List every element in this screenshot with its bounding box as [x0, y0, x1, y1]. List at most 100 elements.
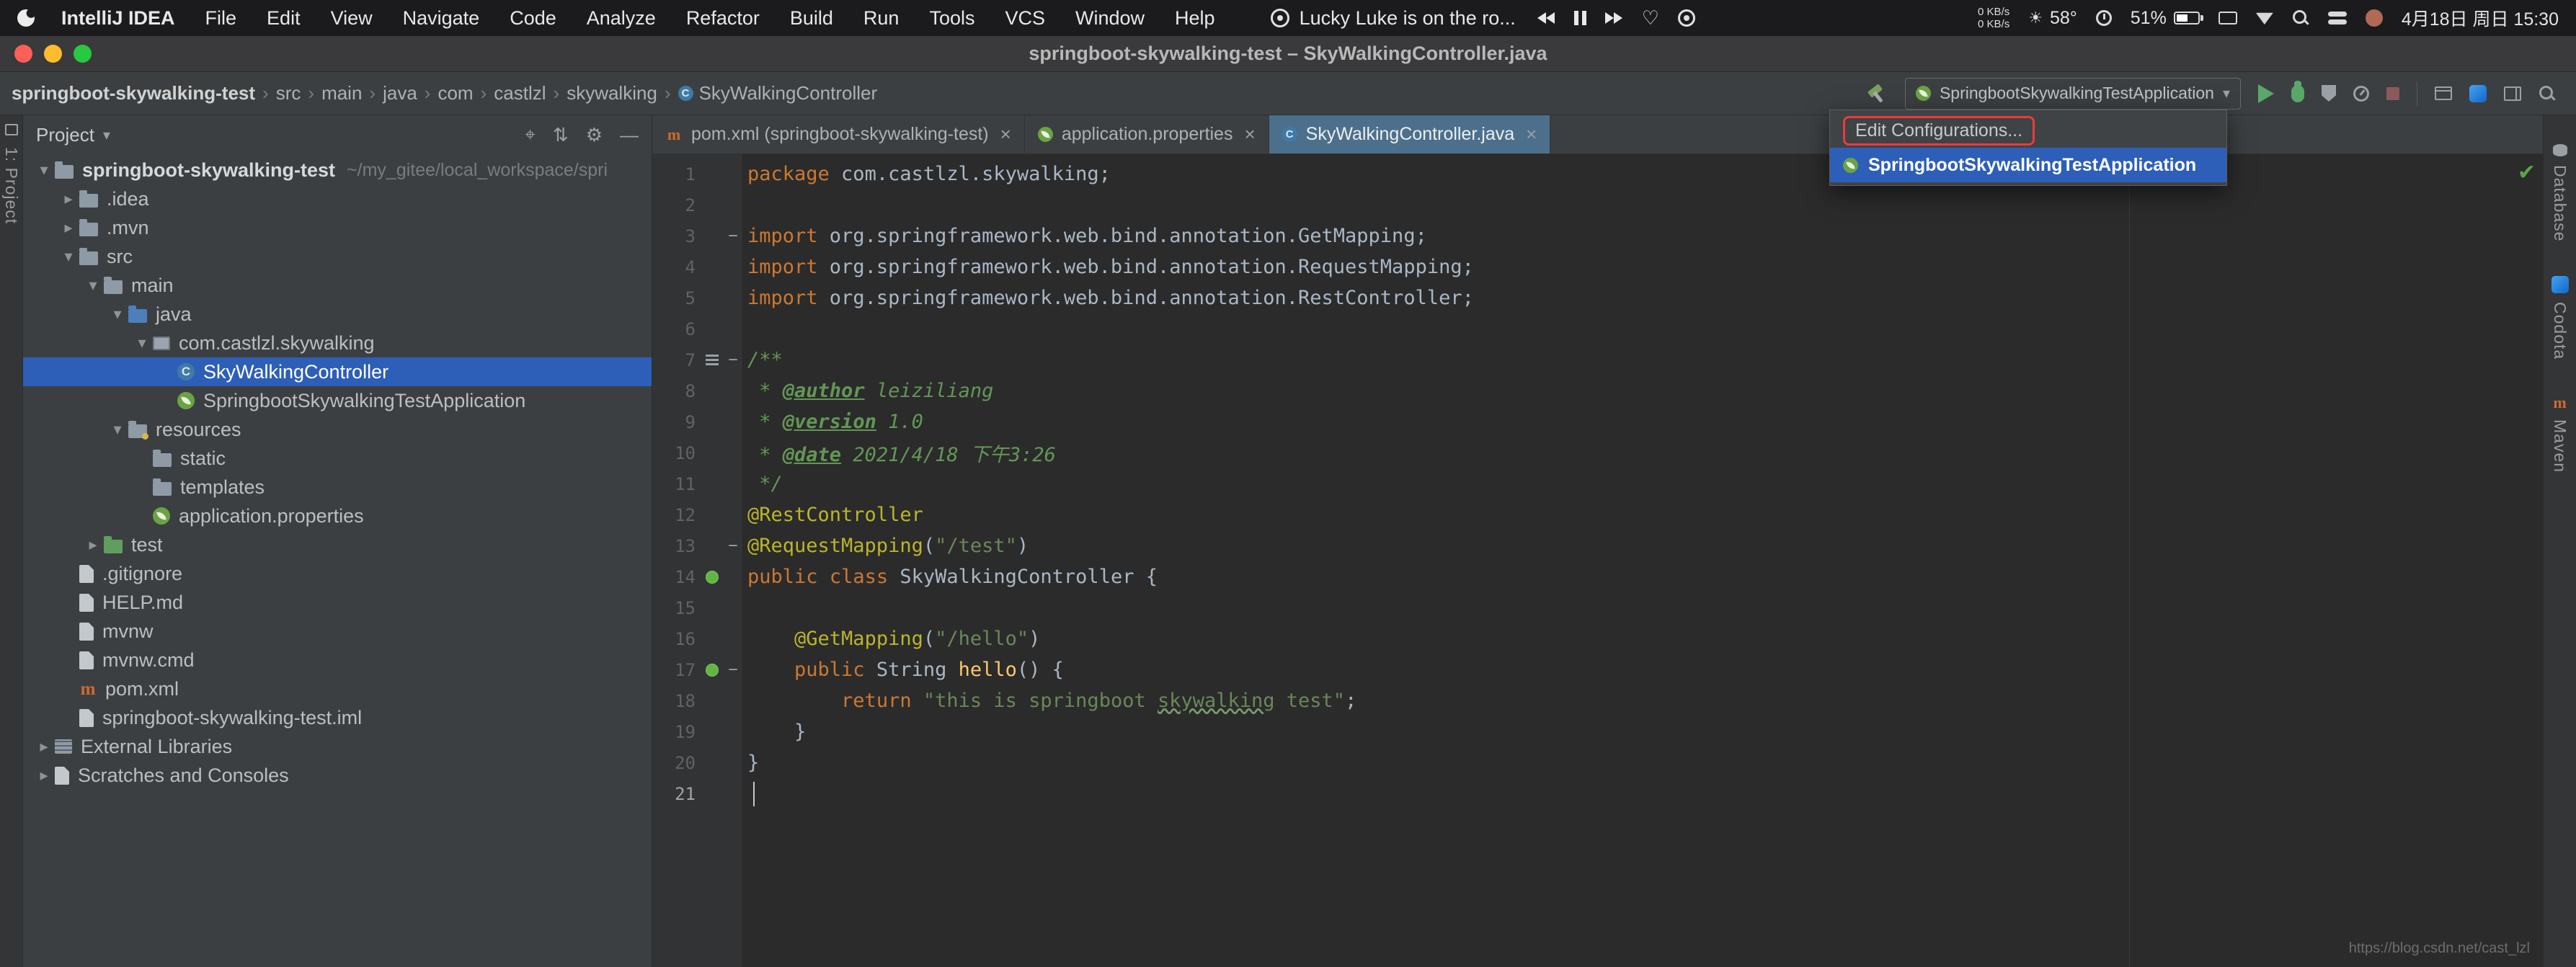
fold-icon[interactable]: − — [724, 661, 742, 679]
tree-open-arrow-icon[interactable]: ▾ — [33, 161, 55, 179]
tree-item-external-libraries[interactable]: ▸External Libraries — [23, 732, 652, 761]
tree-item-templates[interactable]: templates — [23, 473, 652, 502]
code-line-11[interactable]: 11 */ — [652, 468, 2543, 499]
menu-item-code[interactable]: Code — [494, 7, 572, 30]
search-everywhere-icon[interactable] — [2539, 85, 2556, 102]
code-line-1[interactable]: 1package com.castlzl.skywalking; — [652, 159, 2543, 190]
breadcrumb-item-springboot-skywalking-test[interactable]: springboot-skywalking-test — [12, 82, 255, 104]
run-config-option-springbootskywalkingtestapplication[interactable]: SpringbootSkywalkingTestApplication — [1830, 148, 2226, 182]
menu-item-vcs[interactable]: VCS — [990, 7, 1060, 30]
tree-closed-arrow-icon[interactable]: ▸ — [33, 737, 55, 756]
menu-clock[interactable]: 4月18日 周日 15:30 — [2402, 5, 2559, 31]
tree-item-resources[interactable]: ▾resources — [23, 415, 652, 444]
breadcrumb-item-skywalking[interactable]: skywalking — [567, 82, 657, 104]
code-line-14[interactable]: 14public class SkyWalkingController { — [652, 561, 2543, 592]
tree-item-test[interactable]: ▸test — [23, 530, 652, 559]
tree-item-springboot-skywalking-test-iml[interactable]: springboot-skywalking-test.iml — [23, 703, 652, 732]
code-line-6[interactable]: 6 — [652, 313, 2543, 344]
tree-item-scratches-and-consoles[interactable]: ▸Scratches and Consoles — [23, 761, 652, 790]
weather-temperature[interactable]: 58° — [2050, 8, 2077, 29]
debug-button[interactable] — [2291, 85, 2304, 102]
menu-item-navigate[interactable]: Navigate — [388, 7, 495, 30]
favorite-heart-icon[interactable]: ♡ — [1642, 9, 1659, 28]
code-editor[interactable]: 1package com.castlzl.skywalking;23−impor… — [652, 154, 2543, 967]
pause-icon[interactable] — [1574, 11, 1586, 25]
tree-open-arrow-icon[interactable]: ▾ — [107, 305, 128, 324]
tool-window-icon[interactable] — [2435, 86, 2452, 100]
code-line-7[interactable]: 7−/** — [652, 344, 2543, 375]
tree-closed-arrow-icon[interactable]: ▸ — [58, 190, 79, 208]
tree-item-application-properties[interactable]: application.properties — [23, 502, 652, 530]
control-center-icon[interactable] — [2328, 12, 2347, 24]
menu-item-help[interactable]: Help — [1160, 7, 1230, 30]
editor-tab-skywalkingcontroller-java[interactable]: SkyWalkingController.java× — [1269, 115, 1551, 153]
menu-item-tools[interactable]: Tools — [914, 7, 990, 30]
tool-window-button-codota[interactable]: Codota — [2550, 276, 2570, 360]
tree-item-springbootskywalkingtestapplication[interactable]: SpringbootSkywalkingTestApplication — [23, 386, 652, 415]
code-line-19[interactable]: 19 } — [652, 716, 2543, 747]
tree-item-main[interactable]: ▾main — [23, 271, 652, 300]
code-line-5[interactable]: 5import org.springframework.web.bind.ann… — [652, 282, 2543, 313]
spring-bean-icon[interactable] — [706, 571, 719, 584]
tree-item-src[interactable]: ▾src — [23, 242, 652, 271]
code-line-13[interactable]: 13−@RequestMapping("/test") — [652, 530, 2543, 561]
breadcrumb-item-src[interactable]: src — [276, 82, 301, 104]
tool-window-button-database[interactable]: Database — [2550, 144, 2570, 241]
menu-item-view[interactable]: View — [316, 7, 388, 30]
code-line-4[interactable]: 4import org.springframework.web.bind.ann… — [652, 251, 2543, 282]
record-icon[interactable] — [1678, 9, 1695, 27]
layout-icon[interactable] — [2504, 86, 2521, 101]
previous-track-icon[interactable] — [1537, 12, 1555, 24]
code-line-20[interactable]: 20} — [652, 747, 2543, 778]
battery-status[interactable]: 51% — [2131, 8, 2200, 29]
run-configuration-select[interactable]: SpringbootSkywalkingTestApplication ▾ — [1905, 78, 2241, 110]
chevron-down-icon[interactable]: ▾ — [103, 126, 110, 144]
fold-icon[interactable]: − — [724, 537, 742, 555]
menu-item-file[interactable]: File — [190, 7, 252, 30]
menu-item-build[interactable]: Build — [775, 7, 848, 30]
network-speed[interactable]: 0 KB/s 0 KB/s — [1978, 6, 2009, 30]
menu-item-edit[interactable]: Edit — [252, 7, 316, 30]
tree-open-arrow-icon[interactable]: ▾ — [58, 247, 79, 266]
menu-item-run[interactable]: Run — [848, 7, 915, 30]
tree-item-mvnw-cmd[interactable]: mvnw.cmd — [23, 646, 652, 674]
tree-item-springboot-skywalking-test[interactable]: ▾springboot-skywalking-test~/my_gitee/lo… — [23, 156, 652, 184]
breadcrumb-item-castlzl[interactable]: castlzl — [494, 82, 546, 104]
breadcrumb-item-com[interactable]: com — [438, 82, 473, 104]
minimize-window-button[interactable] — [44, 45, 62, 63]
tree-item-mvn[interactable]: ▸.mvn — [23, 213, 652, 242]
zoom-window-button[interactable] — [74, 45, 92, 63]
locate-file-icon[interactable]: ⌖ — [525, 123, 536, 146]
menu-item-analyze[interactable]: Analyze — [572, 7, 671, 30]
run-button[interactable] — [2258, 84, 2274, 103]
tree-item-skywalkingcontroller[interactable]: SkyWalkingController — [23, 357, 652, 386]
breadcrumb-item-skywalkingcontroller[interactable]: SkyWalkingController — [678, 82, 878, 104]
spring-bean-icon[interactable] — [706, 664, 719, 677]
editor-tab-application-properties[interactable]: application.properties× — [1025, 115, 1269, 153]
tree-item-mvnw[interactable]: mvnw — [23, 617, 652, 646]
display-icon[interactable] — [2219, 12, 2237, 24]
hide-panel-icon[interactable]: ― — [620, 124, 639, 146]
close-tab-icon[interactable]: × — [1000, 123, 1011, 146]
bean-gutter-icon[interactable] — [700, 664, 724, 677]
tree-item-idea[interactable]: ▸.idea — [23, 184, 652, 213]
tree-closed-arrow-icon[interactable]: ▸ — [33, 766, 55, 785]
tool-window-toggle-icon[interactable] — [5, 124, 18, 135]
project-tool-window-button[interactable]: 1: Project — [1, 147, 21, 224]
close-window-button[interactable] — [14, 45, 32, 63]
code-line-9[interactable]: 9 * @version 1.0 — [652, 406, 2543, 437]
close-tab-icon[interactable]: × — [1526, 123, 1537, 146]
tree-item-static[interactable]: static — [23, 444, 652, 473]
tree-item-com-castlzl-skywalking[interactable]: ▾com.castlzl.skywalking — [23, 329, 652, 357]
breadcrumb-item-main[interactable]: main — [321, 82, 362, 104]
code-line-2[interactable]: 2 — [652, 190, 2543, 220]
menu-item-intellij-idea[interactable]: IntelliJ IDEA — [46, 7, 190, 30]
bean-gutter-icon[interactable] — [700, 571, 724, 584]
menu-item-refactor[interactable]: Refactor — [671, 7, 775, 30]
fold-icon[interactable]: − — [724, 227, 742, 245]
now-playing[interactable]: Lucky Luke is on the ro... — [1271, 7, 1516, 30]
code-line-16[interactable]: 16 @GetMapping("/hello") — [652, 623, 2543, 654]
code-line-3[interactable]: 3−import org.springframework.web.bind.an… — [652, 220, 2543, 251]
fold-icon[interactable]: − — [724, 351, 742, 369]
stop-button[interactable] — [2386, 87, 2399, 100]
